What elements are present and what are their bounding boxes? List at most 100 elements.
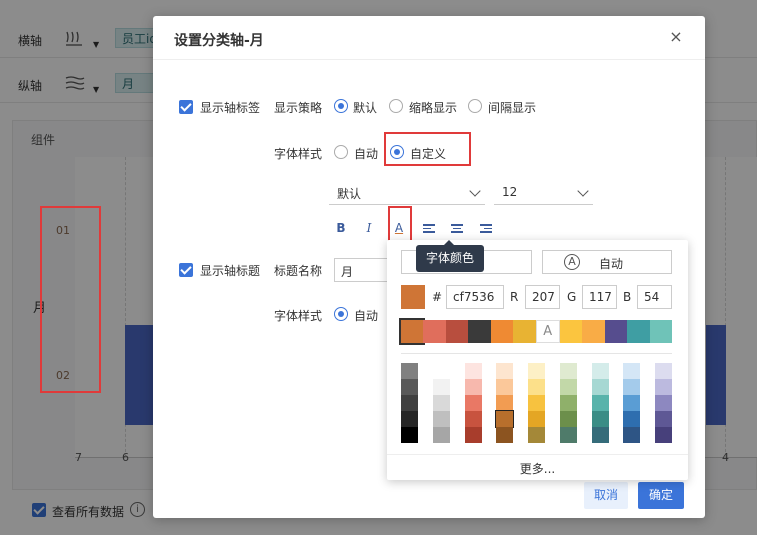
font-style-custom-label[interactable]: 自定义: [410, 145, 446, 162]
font-style-custom-radio[interactable]: [390, 145, 404, 159]
recent-color-swatch[interactable]: [468, 320, 491, 343]
palette-color-swatch[interactable]: [559, 379, 577, 395]
recent-color-swatch[interactable]: [398, 318, 426, 345]
recent-color-swatch[interactable]: [559, 320, 583, 343]
title-name-input[interactable]: 月: [334, 258, 394, 282]
palette-color-swatch[interactable]: [401, 411, 418, 427]
palette-column: [401, 363, 418, 443]
palette-color-swatch[interactable]: [432, 379, 450, 395]
palette-color-swatch[interactable]: [528, 379, 545, 395]
palette-color-swatch[interactable]: [655, 379, 672, 395]
palette-color-swatch[interactable]: [623, 363, 641, 379]
font-family-select[interactable]: 默认: [329, 181, 485, 205]
font-style-auto-label[interactable]: 自动: [354, 145, 378, 162]
palette-color-swatch[interactable]: [401, 427, 418, 443]
recent-color-swatch[interactable]: [490, 320, 514, 343]
more-colors-link[interactable]: 更多...: [387, 454, 688, 477]
recent-color-swatch[interactable]: [513, 320, 536, 343]
palette-color-swatch[interactable]: [464, 395, 482, 411]
font-size-select[interactable]: 12: [494, 181, 593, 205]
recent-color-swatch[interactable]: [423, 320, 446, 343]
cancel-button[interactable]: 取消: [584, 482, 628, 509]
chevron-down-icon: [469, 185, 481, 197]
palette-color-swatch[interactable]: [464, 379, 482, 395]
palette-color-swatch[interactable]: [401, 379, 418, 395]
hex-input[interactable]: cf7536: [446, 285, 504, 309]
palette-color-swatch[interactable]: [496, 395, 514, 411]
align-center-icon[interactable]: [451, 224, 463, 234]
strategy-abbrev-label[interactable]: 缩略显示: [409, 99, 457, 116]
palette-color-swatch[interactable]: [591, 395, 609, 411]
strategy-default-radio[interactable]: [334, 99, 348, 113]
palette-color-swatch[interactable]: [591, 379, 609, 395]
dialog-title: 设置分类轴-月: [174, 33, 264, 49]
palette-color-swatch[interactable]: [623, 379, 641, 395]
recent-color-swatch[interactable]: A: [535, 320, 560, 343]
auto-color-button[interactable]: A 自动: [542, 250, 672, 274]
palette-color-swatch[interactable]: [591, 411, 609, 427]
palette-color-swatch[interactable]: [528, 395, 545, 411]
recent-color-swatch[interactable]: [627, 320, 650, 343]
palette-color-swatch[interactable]: [655, 395, 672, 411]
palette-color-swatch[interactable]: [464, 411, 482, 427]
palette-color-swatch[interactable]: [591, 363, 609, 379]
g-input[interactable]: 117: [582, 285, 617, 309]
palette-color-swatch[interactable]: [401, 395, 418, 411]
palette-color-swatch[interactable]: [432, 395, 450, 411]
italic-button[interactable]: I: [360, 219, 378, 237]
palette-color-swatch[interactable]: [623, 427, 641, 443]
ok-button[interactable]: 确定: [638, 482, 684, 509]
palette-color-swatch[interactable]: [559, 363, 577, 379]
palette-color-swatch[interactable]: [496, 379, 514, 395]
palette-color-swatch[interactable]: [559, 427, 577, 443]
palette-color-swatch[interactable]: [432, 363, 450, 379]
show-axis-label-text: 显示轴标签: [200, 101, 261, 115]
palette-column: [559, 363, 577, 443]
show-axis-title-checkbox[interactable]: [179, 263, 193, 277]
strategy-default-label[interactable]: 默认: [353, 99, 377, 116]
font-style-label: 字体样式: [274, 147, 323, 161]
font-family-value: 默认: [337, 187, 362, 201]
bold-button[interactable]: B: [332, 219, 350, 237]
palette-color-swatch[interactable]: [591, 427, 609, 443]
font-color-button[interactable]: A: [390, 219, 408, 237]
r-input[interactable]: 207: [525, 285, 560, 309]
recent-color-swatch[interactable]: [582, 320, 605, 343]
current-color-swatch: [401, 285, 425, 309]
palette-color-swatch[interactable]: [464, 427, 482, 443]
palette-color-swatch[interactable]: [401, 363, 418, 379]
palette-color-swatch[interactable]: [432, 411, 450, 427]
title-font-auto-radio[interactable]: [334, 307, 348, 321]
palette-column: [464, 363, 482, 443]
strategy-abbrev-radio[interactable]: [389, 99, 403, 113]
palette-color-swatch[interactable]: [559, 411, 577, 427]
recent-color-swatch[interactable]: [445, 320, 469, 343]
palette-color-swatch[interactable]: [623, 395, 641, 411]
strategy-interval-radio[interactable]: [468, 99, 482, 113]
palette-color-swatch[interactable]: [623, 411, 641, 427]
palette-color-swatch[interactable]: [496, 427, 514, 443]
palette-color-swatch[interactable]: [496, 363, 514, 379]
palette-color-swatch[interactable]: [559, 395, 577, 411]
hex-value: cf7536: [453, 290, 495, 304]
title-font-auto-label[interactable]: 自动: [354, 307, 378, 324]
palette-color-swatch[interactable]: [528, 411, 545, 427]
palette-color-swatch[interactable]: [655, 427, 672, 443]
close-icon[interactable]: ×: [667, 28, 685, 46]
color-palette: [401, 363, 672, 443]
show-axis-label-checkbox[interactable]: [179, 100, 193, 114]
strategy-interval-label[interactable]: 间隔显示: [488, 99, 536, 116]
palette-color-swatch[interactable]: [464, 363, 482, 379]
font-style-auto-radio[interactable]: [334, 145, 348, 159]
palette-color-swatch[interactable]: [495, 410, 515, 428]
b-input[interactable]: 54: [637, 285, 672, 309]
recent-color-swatch[interactable]: [649, 320, 673, 343]
palette-color-swatch[interactable]: [655, 363, 672, 379]
align-right-icon[interactable]: [480, 224, 492, 234]
palette-color-swatch[interactable]: [432, 427, 450, 443]
palette-color-swatch[interactable]: [528, 363, 545, 379]
palette-color-swatch[interactable]: [655, 411, 672, 427]
align-left-icon[interactable]: [423, 224, 435, 234]
recent-color-swatch[interactable]: [604, 320, 628, 343]
palette-color-swatch[interactable]: [528, 427, 545, 443]
